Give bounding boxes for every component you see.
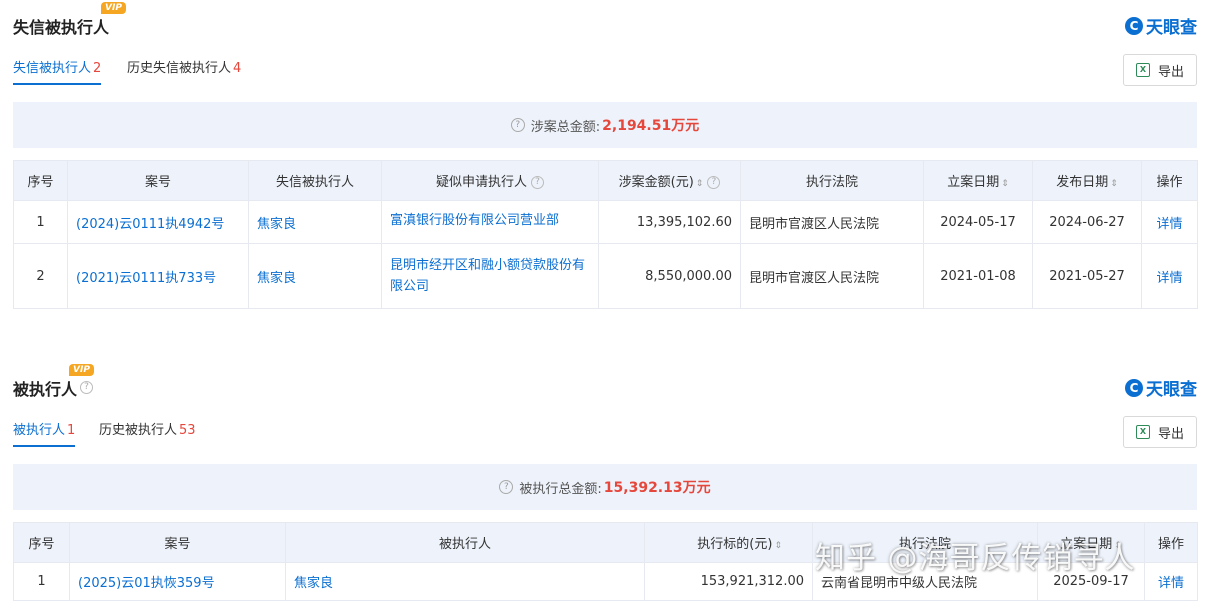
tianyancha-logo-icon: C	[1125, 378, 1143, 397]
table-header: 序号 案号 被执行人 执行标的(元) ⇕ 执行法院 立案日期 ⇕ 操作	[13, 522, 1198, 563]
vip-badge: VIP	[101, 2, 126, 14]
col-court: 执行法院	[812, 522, 1038, 563]
total-amount-bar: ? 涉案总金额: 2,194.51万元	[13, 102, 1197, 148]
col-amount[interactable]: 涉案金额(元) ⇕?	[598, 160, 741, 201]
help-icon[interactable]: ?	[707, 176, 721, 189]
help-icon[interactable]: ?	[80, 381, 93, 394]
sort-icon: ⇕	[774, 541, 782, 551]
detail-link[interactable]: 详情	[1141, 243, 1198, 309]
col-index: 序号	[13, 522, 70, 563]
section-title: 被执行人	[13, 380, 78, 399]
tianyancha-logo: C 天眼查	[1125, 375, 1197, 400]
export-label: 导出	[1157, 64, 1184, 80]
col-published-date[interactable]: 发布日期 ⇕	[1032, 160, 1142, 201]
col-case-no: 案号	[69, 522, 286, 563]
help-icon[interactable]: ?	[499, 480, 514, 494]
col-applicant: 疑似申请执行人?	[381, 160, 599, 201]
sort-icon: ⇕	[695, 179, 704, 189]
col-action: 操作	[1141, 160, 1198, 201]
tab-history-executee[interactable]: 历史被执行人 53	[99, 419, 196, 445]
tianyancha-logo-icon: C	[1125, 16, 1143, 35]
tianyancha-logo: C 天眼查	[1125, 13, 1197, 38]
col-court: 执行法院	[740, 160, 924, 201]
tab-dishonest[interactable]: 失信被执行人 2	[13, 57, 102, 85]
logo-text: 天眼查	[1146, 18, 1197, 38]
export-label: 导出	[1157, 426, 1184, 442]
case-no-link[interactable]: (2021)云0111执733号	[67, 243, 249, 309]
table-row: 1 (2025)云01执恢359号 焦家良 153,921,312.00 云南省…	[13, 562, 1198, 601]
tab-executee[interactable]: 被执行人 1	[13, 419, 76, 447]
col-filed-date[interactable]: 立案日期 ⇕	[1037, 522, 1145, 563]
case-no-link[interactable]: (2025)云01执恢359号	[69, 562, 286, 601]
applicant-link[interactable]: 富滇银行股份有限公司营业部	[381, 200, 599, 244]
detail-link[interactable]: 详情	[1141, 200, 1198, 244]
vip-badge: VIP	[69, 364, 94, 376]
total-amount: 15,392.13万元	[603, 480, 711, 496]
total-label: 被执行总金额:	[519, 481, 602, 497]
table-header: 序号 案号 失信被执行人 疑似申请执行人? 涉案金额(元) ⇕? 执行法院 立案日…	[13, 160, 1198, 201]
person-link[interactable]: 焦家良	[285, 562, 645, 601]
col-filed-date[interactable]: 立案日期 ⇕	[923, 160, 1033, 201]
export-button[interactable]: X 导出	[1123, 54, 1197, 86]
col-case-no: 案号	[67, 160, 249, 201]
col-index: 序号	[13, 160, 68, 201]
executee-section: 被执行人 VIP ? C 天眼查 被执行人 1 历史被执行人 53 X 导出 ? 被…	[13, 362, 1198, 601]
section-title: 失信被执行人	[13, 18, 110, 37]
case-no-link[interactable]: (2024)云0111执4942号	[67, 200, 249, 244]
applicant-link[interactable]: 昆明市经开区和融小额贷款股份有限公司	[381, 243, 599, 309]
person-link[interactable]: 焦家良	[248, 200, 382, 244]
sort-icon: ⇕	[1114, 541, 1122, 551]
tab-history-dishonest[interactable]: 历史失信被执行人 4	[127, 57, 241, 83]
col-person: 失信被执行人	[248, 160, 382, 201]
sort-icon: ⇕	[1001, 179, 1009, 189]
logo-text: 天眼查	[1146, 380, 1197, 400]
total-amount-bar: ? 被执行总金额: 15,392.13万元	[13, 464, 1197, 510]
sort-icon: ⇕	[1110, 179, 1118, 189]
table-row: 2 (2021)云0111执733号 焦家良 昆明市经开区和融小额贷款股份有限公…	[13, 243, 1198, 309]
export-button[interactable]: X 导出	[1123, 416, 1197, 448]
dishonest-executee-section: 失信被执行人 VIP C 天眼查 失信被执行人 2 历史失信被执行人 4 X 导出 …	[13, 0, 1198, 309]
help-icon[interactable]: ?	[531, 176, 544, 189]
dishonest-table: 序号 案号 失信被执行人 疑似申请执行人? 涉案金额(元) ⇕? 执行法院 立案日…	[13, 160, 1198, 309]
col-target[interactable]: 执行标的(元) ⇕	[644, 522, 813, 563]
excel-icon: X	[1135, 425, 1150, 439]
col-person: 被执行人	[285, 522, 645, 563]
executee-table: 序号 案号 被执行人 执行标的(元) ⇕ 执行法院 立案日期 ⇕ 操作 1 (202…	[13, 522, 1198, 601]
total-amount: 2,194.51万元	[602, 118, 700, 134]
help-icon[interactable]: ?	[510, 118, 525, 132]
col-action: 操作	[1144, 522, 1198, 563]
detail-link[interactable]: 详情	[1144, 562, 1198, 601]
excel-icon: X	[1135, 63, 1150, 77]
table-row: 1 (2024)云0111执4942号 焦家良 富滇银行股份有限公司营业部 13…	[13, 200, 1198, 244]
person-link[interactable]: 焦家良	[248, 243, 382, 309]
total-label: 涉案总金额:	[530, 119, 601, 135]
